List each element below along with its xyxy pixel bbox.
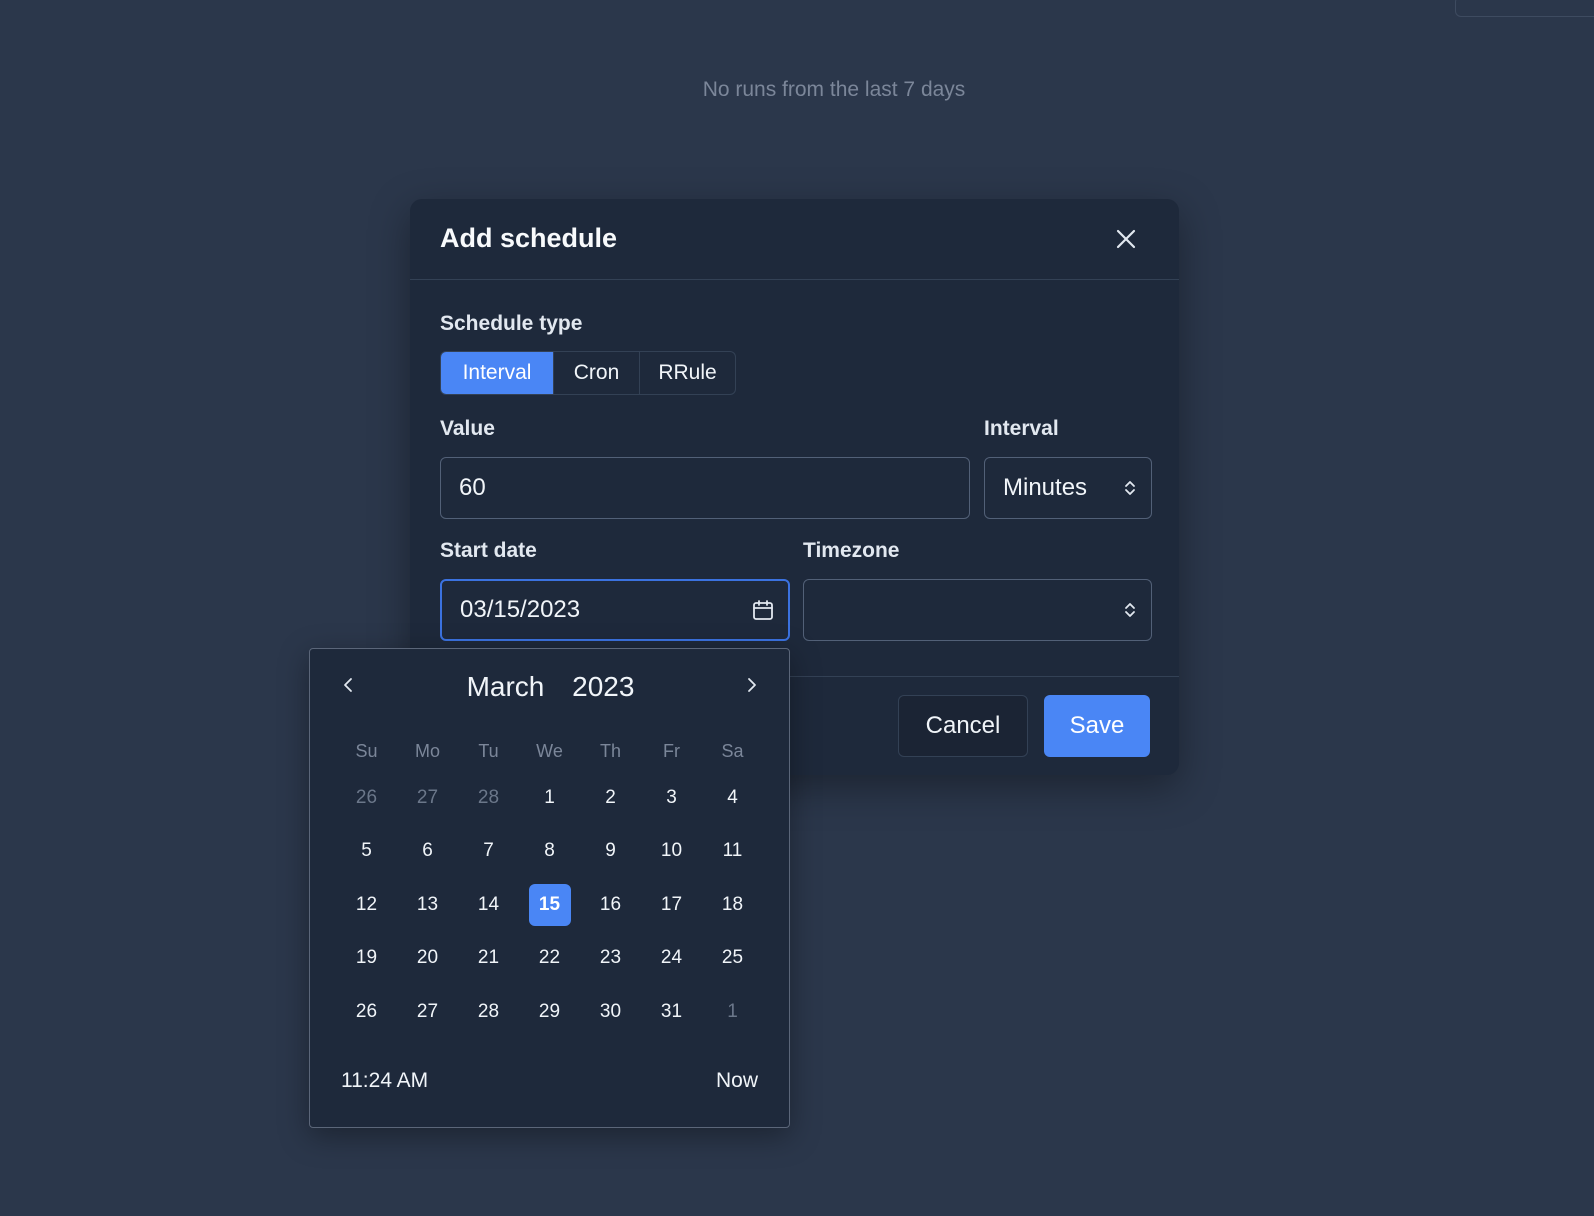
calendar-day[interactable]: 26 xyxy=(336,771,397,825)
value-label: Value xyxy=(440,417,495,440)
weekday-header: Su Mo Tu We Th Fr Sa xyxy=(336,731,764,771)
weekday-label: Tu xyxy=(478,740,499,761)
start-date-value: 03/15/2023 xyxy=(460,596,581,623)
calendar-day[interactable]: 10 xyxy=(641,825,702,879)
calendar-day[interactable]: 30 xyxy=(580,985,641,1039)
calendar-week: 26 27 28 29 30 31 1 xyxy=(336,985,764,1039)
calendar-year[interactable]: 2023 xyxy=(572,671,634,702)
schedule-type-interval[interactable]: Interval xyxy=(441,352,554,394)
calendar-month[interactable]: March xyxy=(467,671,545,702)
chevron-right-icon xyxy=(748,678,756,692)
weekday-label: Th xyxy=(599,740,621,761)
selected-day-label: 15 xyxy=(528,883,571,926)
start-date-input[interactable]: 03/15/2023 xyxy=(440,579,790,641)
calendar-day[interactable]: 28 xyxy=(458,985,519,1039)
calendar-day[interactable]: 23 xyxy=(580,932,641,986)
calendar-day[interactable]: 24 xyxy=(641,932,702,986)
chevron-up-down-icon xyxy=(1125,603,1135,617)
calendar-day[interactable]: 5 xyxy=(336,825,397,879)
calendar-day[interactable]: 13 xyxy=(397,878,458,932)
calendar-day[interactable]: 1 xyxy=(519,771,580,825)
weekday-label: Sa xyxy=(721,740,744,761)
page: No runs from the last 7 days Add schedul… xyxy=(0,0,1594,1216)
chevron-up-down-icon xyxy=(1125,481,1135,495)
calendar-grid: Su Mo Tu We Th Fr Sa 26 27 28 1 2 3 4 5 … xyxy=(336,731,764,1039)
calendar-week: 26 27 28 1 2 3 4 xyxy=(336,771,764,825)
calendar-title: March 2023 xyxy=(310,671,791,703)
calendar-day[interactable]: 12 xyxy=(336,878,397,932)
calendar-day[interactable]: 17 xyxy=(641,878,702,932)
schedule-type-selector: Interval Cron RRule xyxy=(440,351,736,395)
calendar-day[interactable]: 31 xyxy=(641,985,702,1039)
date-picker-popup: March 2023 Su Mo Tu We Th Fr Sa 26 27 28 xyxy=(309,648,790,1128)
calendar-time[interactable]: 11:24 AM xyxy=(341,1069,428,1093)
weekday-label: Mo xyxy=(414,740,440,761)
calendar-day[interactable]: 9 xyxy=(580,825,641,879)
start-date-label: Start date xyxy=(440,539,537,562)
now-button[interactable]: Now xyxy=(716,1069,758,1093)
calendar-day-selected[interactable]: 15 xyxy=(519,878,580,932)
calendar-day[interactable]: 22 xyxy=(519,932,580,986)
calendar-day[interactable]: 20 xyxy=(397,932,458,986)
calendar-day[interactable]: 3 xyxy=(641,771,702,825)
calendar-day[interactable]: 14 xyxy=(458,878,519,932)
calendar-day[interactable]: 7 xyxy=(458,825,519,879)
calendar-day[interactable]: 19 xyxy=(336,932,397,986)
save-button[interactable]: Save xyxy=(1044,695,1150,757)
modal-title: Add schedule xyxy=(440,223,618,253)
calendar-day[interactable]: 16 xyxy=(580,878,641,932)
value-input[interactable]: 60 xyxy=(440,457,970,519)
next-month-button[interactable] xyxy=(736,669,768,701)
calendar-day[interactable]: 26 xyxy=(336,985,397,1039)
calendar-week: 19 20 21 22 23 24 25 xyxy=(336,932,764,986)
calendar-day[interactable]: 11 xyxy=(702,825,763,879)
calendar-day[interactable]: 27 xyxy=(397,985,458,1039)
calendar-day[interactable]: 29 xyxy=(519,985,580,1039)
calendar-day[interactable]: 27 xyxy=(397,771,458,825)
value-input-text: 60 xyxy=(459,474,486,501)
calendar-day[interactable]: 8 xyxy=(519,825,580,879)
calendar-day[interactable]: 18 xyxy=(702,878,763,932)
schedule-type-rrule[interactable]: RRule xyxy=(640,352,735,394)
calendar-week: 12 13 14 15 16 17 18 xyxy=(336,878,764,932)
calendar-week: 5 6 7 8 9 10 11 xyxy=(336,825,764,879)
interval-label: Interval xyxy=(984,417,1059,440)
weekday-label: Su xyxy=(355,740,378,761)
calendar-day[interactable]: 1 xyxy=(702,985,763,1039)
interval-select-value: Minutes xyxy=(1003,474,1088,501)
timezone-label: Timezone xyxy=(803,539,900,562)
cancel-button[interactable]: Cancel xyxy=(898,695,1028,757)
close-icon xyxy=(1116,229,1136,249)
calendar-day[interactable]: 25 xyxy=(702,932,763,986)
close-button[interactable] xyxy=(1110,223,1142,255)
empty-runs-message: No runs from the last 7 days xyxy=(702,78,966,101)
interval-select[interactable]: Minutes xyxy=(984,457,1152,519)
schedule-type-label: Schedule type xyxy=(440,312,583,335)
calendar-day[interactable]: 6 xyxy=(397,825,458,879)
calendar-day[interactable]: 21 xyxy=(458,932,519,986)
calendar-icon[interactable] xyxy=(752,599,774,621)
calendar-day[interactable]: 4 xyxy=(702,771,763,825)
calendar-day[interactable]: 2 xyxy=(580,771,641,825)
schedule-type-cron[interactable]: Cron xyxy=(554,352,640,394)
modal-header: Add schedule xyxy=(410,199,1179,280)
timezone-select[interactable] xyxy=(803,579,1152,641)
weekday-label: We xyxy=(536,740,563,761)
calendar-day[interactable]: 28 xyxy=(458,771,519,825)
top-right-tab[interactable] xyxy=(1455,0,1594,17)
weekday-label: Fr xyxy=(663,740,680,761)
